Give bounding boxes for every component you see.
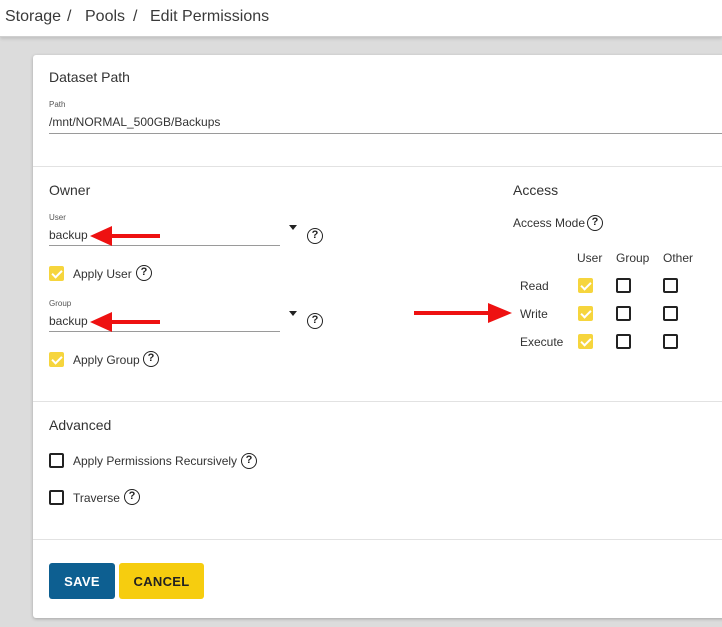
access-column-group: Group: [616, 251, 650, 265]
owner-title: Owner: [49, 182, 91, 198]
user-select-label: User: [49, 213, 66, 222]
path-field-label: Path: [49, 100, 66, 109]
section-divider: [33, 166, 722, 167]
top-bar: Storage / Pools / Edit Permissions: [0, 0, 722, 37]
read-group-checkbox[interactable]: [616, 278, 631, 293]
execute-other-checkbox[interactable]: [663, 334, 678, 349]
help-circle-icon[interactable]: ?: [307, 313, 323, 329]
breadcrumb-separator: /: [67, 8, 72, 25]
read-user-checkbox[interactable]: [578, 278, 593, 293]
access-column-other: Other: [663, 251, 694, 265]
help-circle-icon[interactable]: ?: [124, 489, 140, 505]
red-arrow-icon: [90, 312, 160, 332]
help-circle-icon[interactable]: ?: [241, 453, 257, 469]
apply-recursively-checkbox[interactable]: [49, 453, 64, 468]
apply-user-label: Apply User: [73, 267, 132, 281]
access-mode-label: Access Mode: [513, 216, 586, 230]
access-row-write-label: Write: [520, 307, 548, 321]
write-other-checkbox[interactable]: [663, 306, 678, 321]
caret-down-icon[interactable]: [289, 225, 297, 230]
traverse-checkbox[interactable]: [49, 490, 64, 505]
group-select-underline: [49, 331, 280, 332]
user-select-underline: [49, 245, 280, 246]
path-field-underline: [49, 133, 722, 134]
dataset-path-title: Dataset Path: [49, 69, 130, 85]
save-button[interactable]: SAVE: [49, 563, 115, 599]
cancel-button[interactable]: CANCEL: [119, 563, 204, 599]
breadcrumb-edit-permissions: Edit Permissions: [150, 8, 270, 25]
help-circle-icon[interactable]: ?: [587, 215, 603, 231]
apply-recursively-label: Apply Permissions Recursively: [73, 454, 238, 468]
access-row-execute-label: Execute: [520, 335, 564, 349]
apply-group-checkbox[interactable]: [49, 352, 64, 367]
group-select-value[interactable]: backup: [49, 314, 88, 328]
traverse-label: Traverse: [73, 491, 120, 505]
help-circle-icon[interactable]: ?: [307, 228, 323, 244]
group-select-label: Group: [49, 299, 72, 308]
red-arrow-icon: [90, 226, 160, 246]
help-circle-icon[interactable]: ?: [143, 351, 159, 367]
apply-user-checkbox[interactable]: [49, 266, 64, 281]
advanced-title: Advanced: [49, 417, 112, 433]
access-title: Access: [513, 182, 559, 198]
execute-group-checkbox[interactable]: [616, 334, 631, 349]
help-circle-icon[interactable]: ?: [136, 265, 152, 281]
write-group-checkbox[interactable]: [616, 306, 631, 321]
breadcrumb-separator: /: [133, 8, 138, 25]
access-row-read-label: Read: [520, 279, 549, 293]
path-field-value: /mnt/NORMAL_500GB/Backups: [49, 115, 221, 129]
access-column-user: User: [577, 251, 603, 265]
execute-user-checkbox[interactable]: [578, 334, 593, 349]
caret-down-icon[interactable]: [289, 311, 297, 316]
section-divider: [33, 539, 722, 540]
edit-permissions-card: Dataset Path Path /mnt/NORMAL_500GB/Back…: [33, 55, 722, 618]
section-divider: [33, 401, 722, 402]
breadcrumb-storage[interactable]: Storage: [5, 8, 61, 26]
read-other-checkbox[interactable]: [663, 278, 678, 293]
red-arrow-icon: [414, 303, 512, 323]
apply-group-label: Apply Group: [73, 353, 140, 367]
user-select-value[interactable]: backup: [49, 228, 88, 242]
write-user-checkbox[interactable]: [578, 306, 593, 321]
breadcrumb-pools[interactable]: Pools: [85, 8, 125, 26]
